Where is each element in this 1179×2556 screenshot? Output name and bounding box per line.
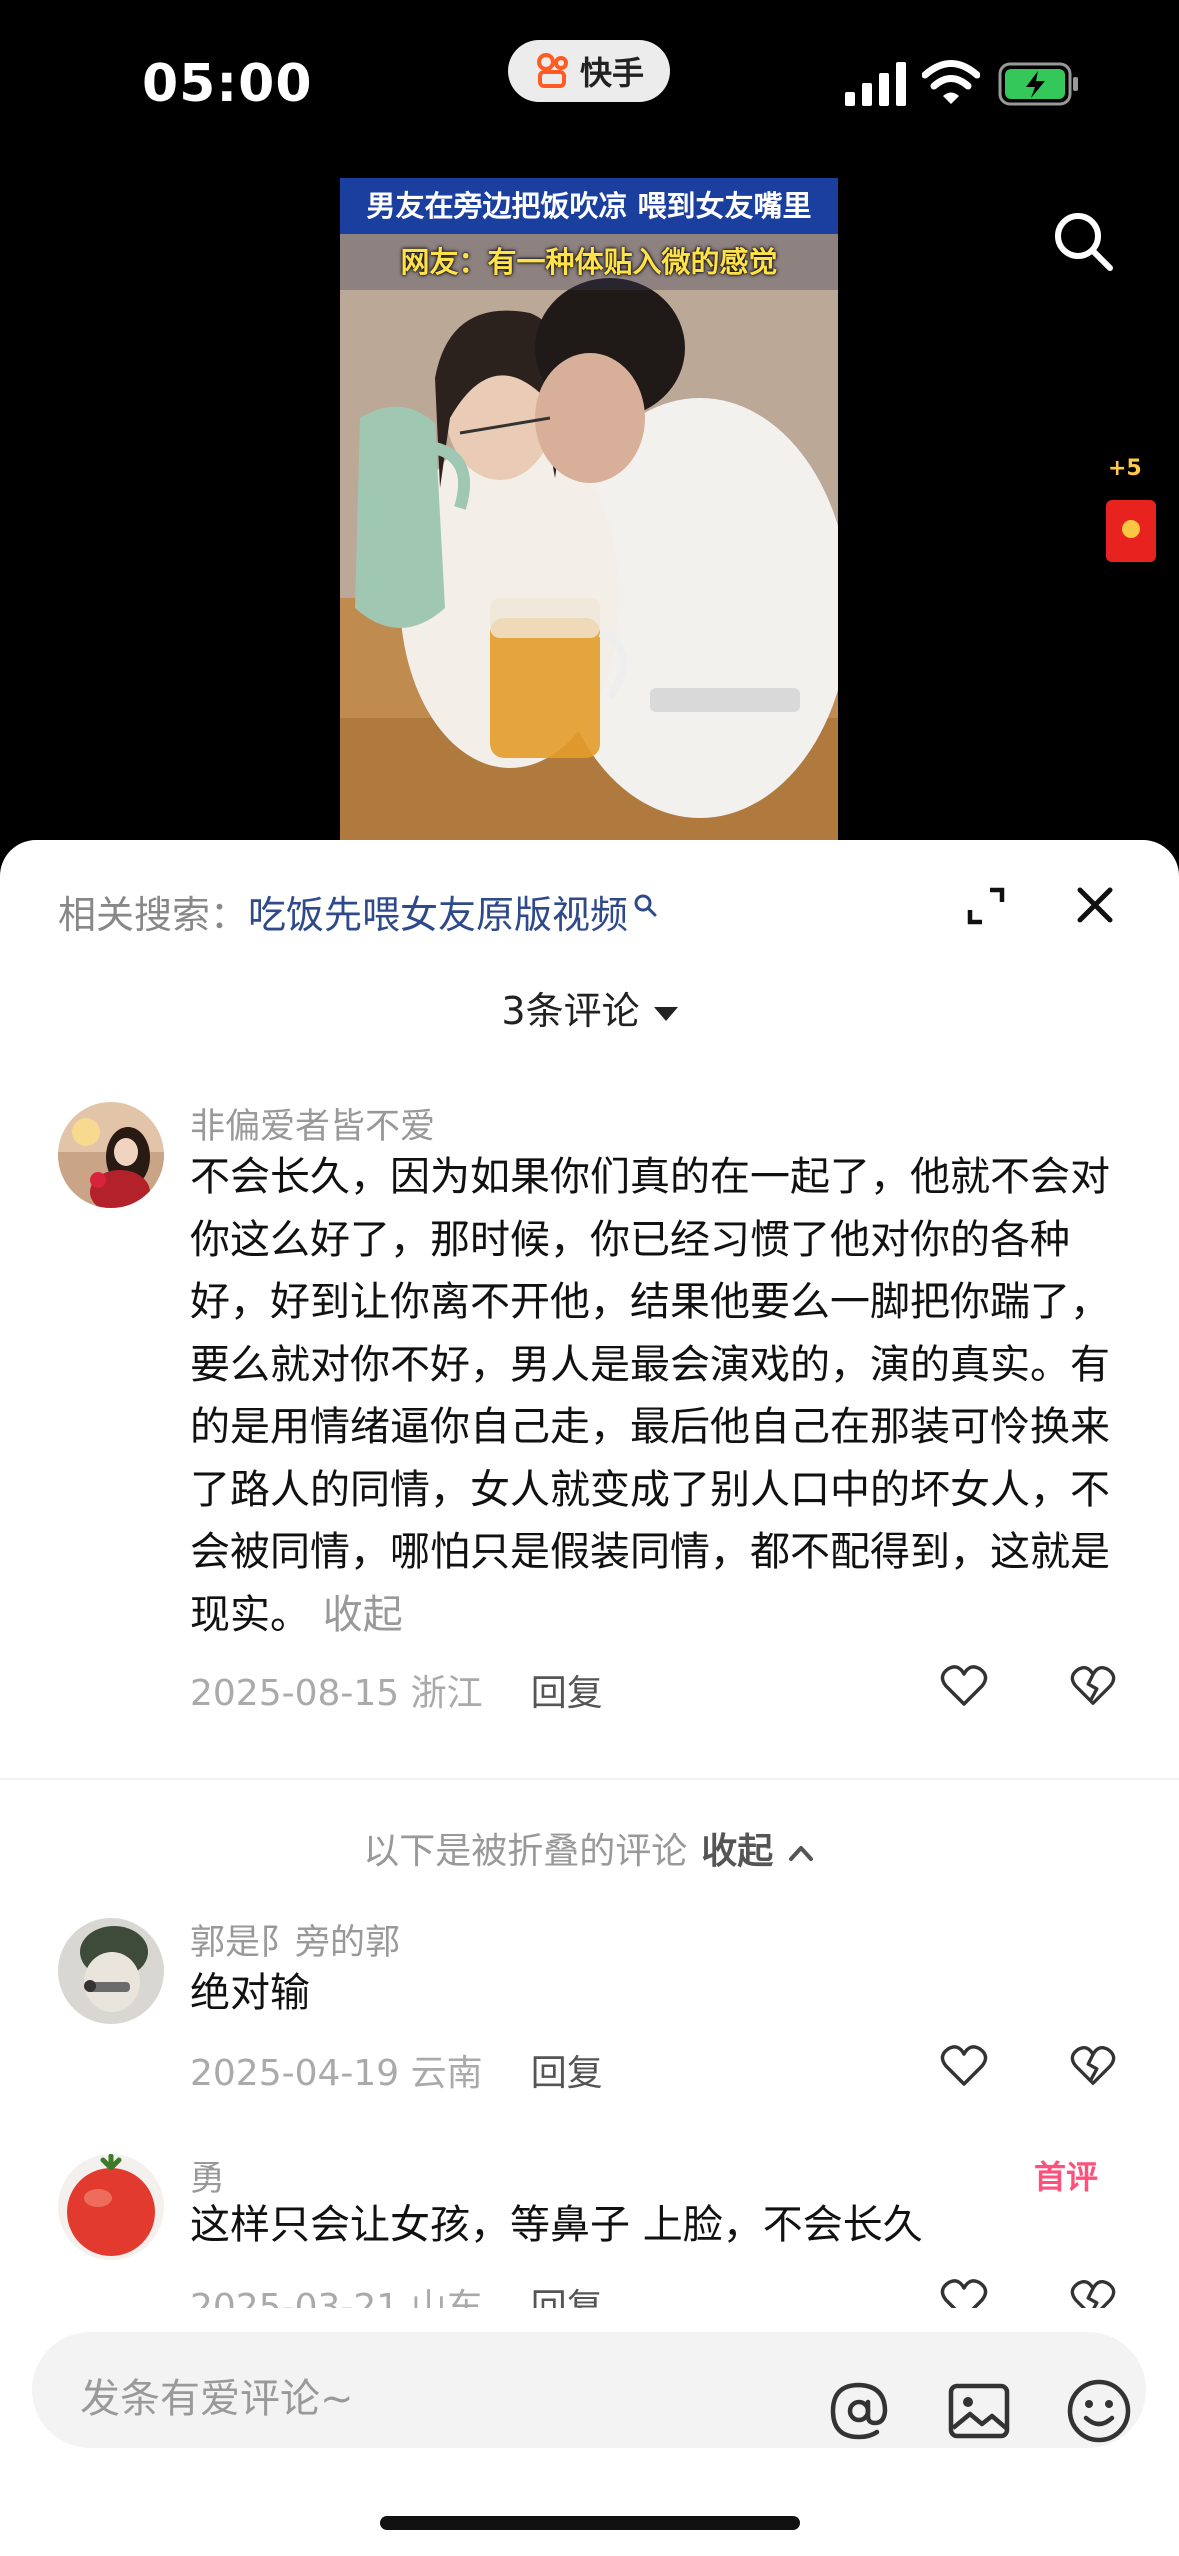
folded-toggle-label: 收起 xyxy=(701,1831,774,1872)
avatar-image xyxy=(58,2154,164,2260)
collapse-link[interactable]: 收起 xyxy=(323,1592,403,1638)
small-search-icon xyxy=(634,894,657,916)
comment-sheet: 相关搜索： 吃饭先喂女友原版视频 3条评论 非偏爱者皆不爱 不会长久，因为如果你… xyxy=(0,840,1179,2556)
related-search[interactable]: 相关搜索： 吃饭先喂女友原版视频 xyxy=(58,884,658,939)
video-player[interactable]: 男友在旁边把饭吹凉 喂到女友嘴里 网友：有一种体贴入微的感觉 xyxy=(340,178,838,840)
video-caption-title: 男友在旁边把饭吹凉 喂到女友嘴里 xyxy=(340,178,838,234)
comment-text: 绝对输 xyxy=(190,1970,310,2016)
chevron-down-icon xyxy=(653,1006,678,1021)
folded-label: 以下是被折叠的评论 xyxy=(363,1831,688,1872)
comment-text: 不会长久，因为如果你们真的在一起了，他就不会对你这么好了，那时候，你已经习惯了他… xyxy=(190,1146,1110,1646)
related-search-prefix: 相关搜索： xyxy=(58,893,249,937)
status-time: 05:00 xyxy=(142,54,313,114)
heart-icon[interactable] xyxy=(940,1664,988,1708)
status-bar: 05:00 快手 xyxy=(0,0,1179,170)
home-indicator[interactable] xyxy=(380,2516,800,2530)
comment-meta: 2025-08-15 浙江 回复 xyxy=(190,1664,603,1716)
kuaishou-logo-icon xyxy=(536,53,568,88)
battery-charging-icon xyxy=(998,62,1078,106)
section-divider xyxy=(0,1778,1179,1780)
comment-count-selector[interactable]: 3条评论 xyxy=(0,980,1179,1035)
avatar[interactable] xyxy=(58,1918,164,2024)
folded-comments-header: 以下是被折叠的评论 收起 xyxy=(0,1822,1179,1874)
close-icon[interactable] xyxy=(1074,884,1116,926)
at-mention-icon[interactable] xyxy=(824,2376,894,2446)
heart-icon[interactable] xyxy=(940,2044,988,2088)
comment-nickname[interactable]: 郭是阝旁的郭 xyxy=(190,1914,400,1965)
broken-heart-icon[interactable] xyxy=(1070,2044,1116,2088)
comment-nickname[interactable]: 非偏爱者皆不爱 xyxy=(190,1098,435,1149)
app-pill-label: 快手 xyxy=(579,54,644,92)
related-search-link[interactable]: 吃饭先喂女友原版视频 xyxy=(248,884,628,939)
comment-input-placeholder: 发条有爱评论~ xyxy=(80,2376,354,2422)
comment-date: 2025-04-19 xyxy=(190,2053,400,2094)
folded-toggle[interactable]: 收起 xyxy=(701,1831,816,1872)
video-caption-subtitle: 网友：有一种体贴入微的感觉 xyxy=(340,234,838,290)
reward-count: +5 xyxy=(1108,456,1142,481)
avatar-image xyxy=(58,1918,164,2024)
red-envelope-icon[interactable] xyxy=(1106,500,1156,562)
search-icon[interactable] xyxy=(1050,208,1118,276)
chevron-up-icon xyxy=(788,1846,813,1861)
comment-date: 2025-08-15 xyxy=(190,1673,400,1714)
comment-location: 云南 xyxy=(410,2053,483,2094)
avatar[interactable] xyxy=(58,1102,164,1208)
first-comment-badge: 首评 xyxy=(1034,2158,1099,2196)
signal-icon xyxy=(845,62,906,106)
comment-location: 浙江 xyxy=(410,1673,483,1714)
emoji-icon[interactable] xyxy=(1064,2376,1134,2446)
comment-input[interactable]: 发条有爱评论~ xyxy=(32,2332,1146,2448)
reply-button[interactable]: 回复 xyxy=(531,2053,603,2094)
wifi-icon xyxy=(922,60,980,104)
app-pill[interactable]: 快手 xyxy=(508,40,670,102)
expand-icon[interactable] xyxy=(966,886,1006,926)
avatar[interactable] xyxy=(58,2154,164,2260)
reply-button[interactable]: 回复 xyxy=(531,1673,603,1714)
comment-text: 这样只会让女孩，等鼻子 上脸，不会长久 xyxy=(190,2202,923,2248)
broken-heart-icon[interactable] xyxy=(1070,1664,1116,1708)
comment-body: 不会长久，因为如果你们真的在一起了，他就不会对你这么好了，那时候，你已经习惯了他… xyxy=(190,1154,1110,1638)
image-icon[interactable] xyxy=(946,2378,1012,2444)
avatar-image xyxy=(58,1102,164,1208)
comment-count-label: 3条评论 xyxy=(501,989,640,1033)
comment-meta: 2025-04-19 云南 回复 xyxy=(190,2044,603,2096)
